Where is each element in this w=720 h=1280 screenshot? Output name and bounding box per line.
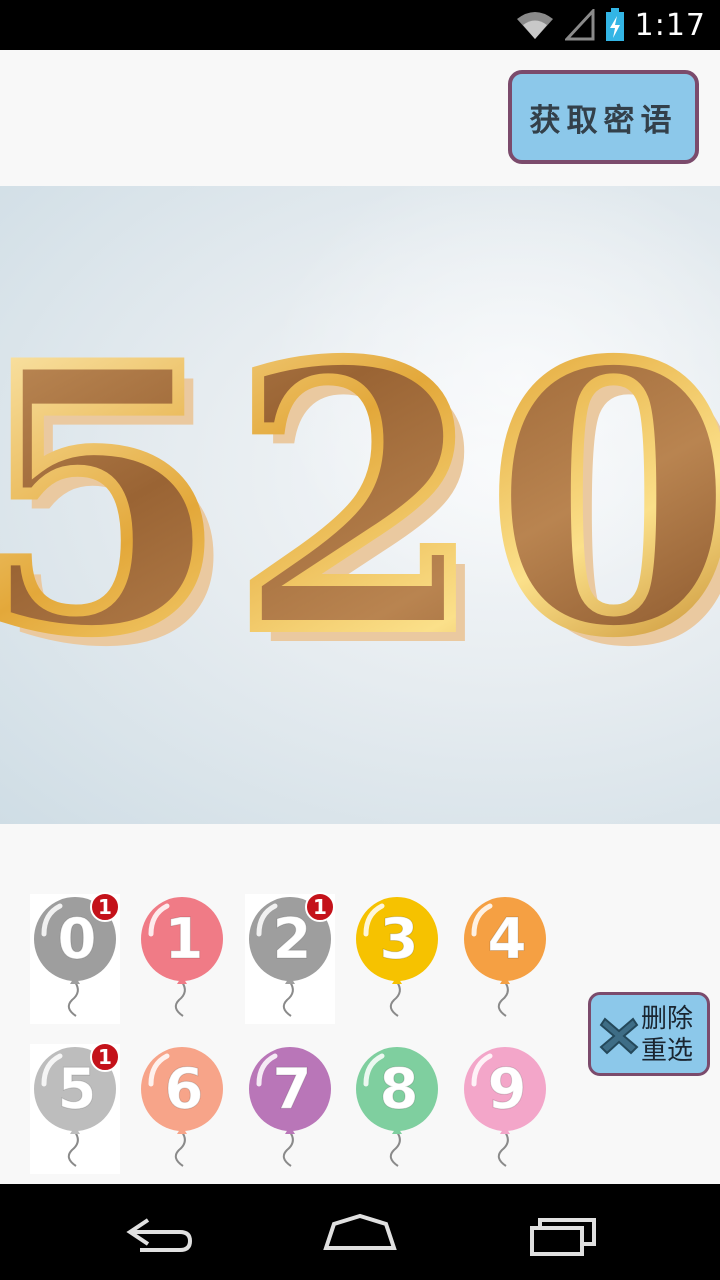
signal-icon: [564, 9, 595, 41]
balloon-icon: 6: [141, 1047, 223, 1167]
top-bar: 获取密语: [0, 50, 720, 186]
usage-count-badge: 1: [305, 892, 335, 922]
navigation-bar: [0, 1184, 720, 1280]
digit-label: 5: [58, 1057, 97, 1122]
balloon-icon: 7: [249, 1047, 331, 1167]
digit-label: 2: [273, 907, 312, 972]
reselect-label: 重选: [641, 1036, 694, 1066]
digit-key-9[interactable]: 9: [460, 1044, 550, 1174]
balloon-icon: 9: [464, 1047, 546, 1167]
digit-label: 7: [273, 1057, 312, 1122]
digit-label: 4: [488, 907, 527, 972]
digit-keypad: 0112134516789 删除 重选: [0, 824, 720, 1184]
status-bar: 1:17: [0, 0, 720, 50]
digit-label: 8: [380, 1057, 419, 1122]
close-x-icon: [599, 1017, 639, 1055]
digit-label: 0: [58, 907, 97, 972]
balloon-icon: 8: [356, 1047, 438, 1167]
digit-label: 9: [488, 1057, 527, 1122]
digit-key-6[interactable]: 6: [137, 1044, 227, 1174]
get-phrase-button[interactable]: 获取密语: [508, 70, 699, 164]
home-icon[interactable]: [320, 1208, 400, 1258]
digit-key-7[interactable]: 7: [245, 1044, 335, 1174]
clock-time: 1:17: [634, 7, 706, 43]
phrase-number: 520: [0, 288, 720, 711]
delete-reselect-button[interactable]: 删除 重选: [588, 992, 710, 1076]
balloon-icon: 4: [464, 897, 546, 1017]
usage-count-badge: 1: [90, 892, 120, 922]
digit-key-2[interactable]: 21: [245, 892, 335, 1024]
digit-key-8[interactable]: 8: [352, 1044, 442, 1174]
digit-key-3[interactable]: 3: [352, 894, 442, 1024]
phrase-picture: 520 520: [0, 186, 720, 824]
digit-key-0[interactable]: 01: [30, 892, 120, 1024]
back-icon[interactable]: [120, 1208, 200, 1258]
usage-count-badge: 1: [90, 1042, 120, 1072]
digit-key-1[interactable]: 1: [137, 894, 227, 1024]
digit-key-4[interactable]: 4: [460, 894, 550, 1024]
digit-label: 6: [165, 1057, 204, 1122]
battery-charging-icon: [605, 8, 624, 41]
recents-icon[interactable]: [524, 1208, 604, 1258]
balloon-icon: 1: [141, 897, 223, 1017]
digit-label: 1: [165, 907, 204, 972]
wifi-icon: [516, 12, 553, 39]
digit-key-5[interactable]: 51: [30, 1042, 120, 1174]
balloon-icon: 3: [356, 897, 438, 1017]
digit-label: 3: [380, 907, 419, 972]
delete-label: 删除: [641, 1004, 694, 1034]
